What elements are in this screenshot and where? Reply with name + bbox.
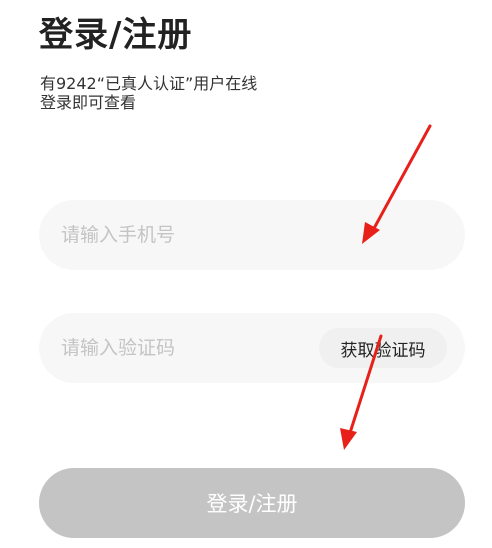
verification-code-field[interactable]: 获取验证码	[39, 313, 465, 383]
verification-code-input[interactable]	[61, 313, 321, 383]
phone-input[interactable]	[61, 200, 321, 270]
phone-field[interactable]	[39, 200, 465, 270]
login-register-button[interactable]: 登录/注册	[39, 468, 465, 538]
online-users-notice: 有9242“已真人认证”用户在线 登录即可查看	[40, 74, 257, 112]
get-code-button[interactable]: 获取验证码	[319, 328, 447, 368]
online-users-text: 有9242“已真人认证”用户在线	[40, 74, 258, 93]
login-hint-text: 登录即可查看	[40, 93, 137, 112]
page-title: 登录/注册	[39, 15, 193, 55]
